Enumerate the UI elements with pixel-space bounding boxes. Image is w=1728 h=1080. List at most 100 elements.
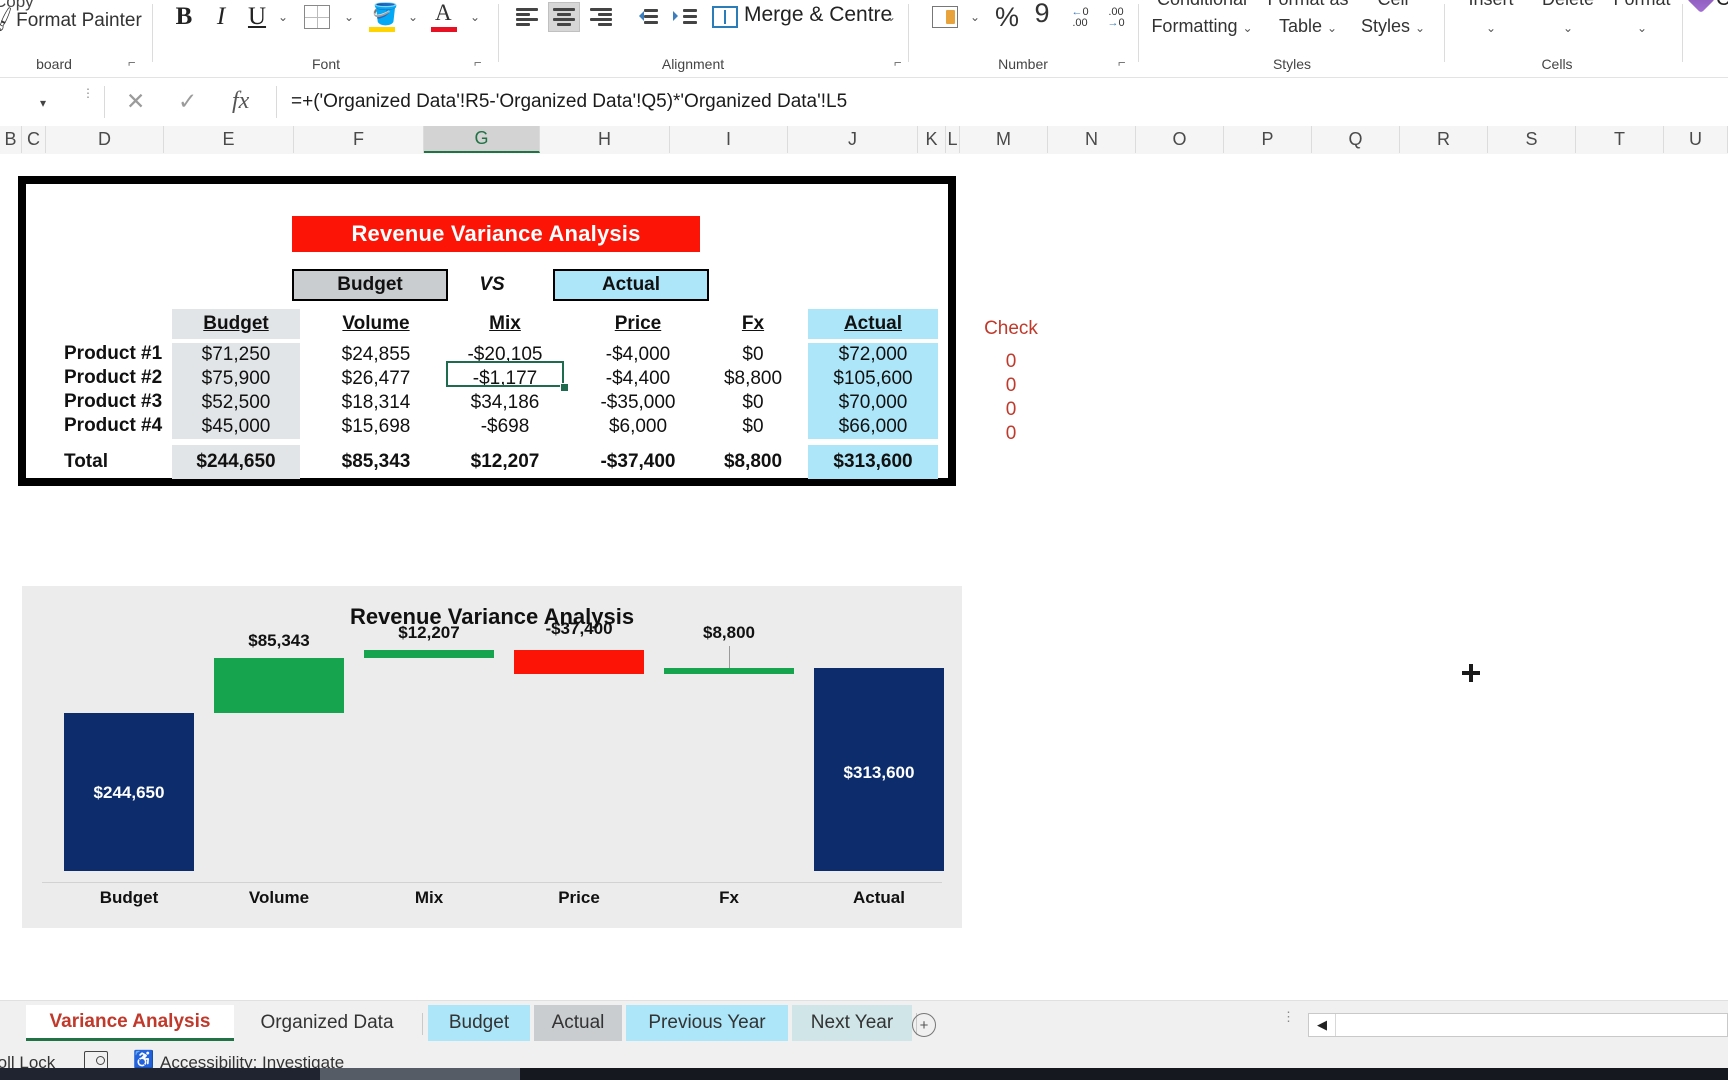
format-as-table-button[interactable]: Format as Table ⌄ bbox=[1264, 0, 1352, 42]
cell-price-p1[interactable]: -$4,000 bbox=[576, 343, 700, 367]
column-header-R[interactable]: R bbox=[1400, 126, 1488, 153]
cell-mix-p4[interactable]: -$698 bbox=[446, 415, 564, 439]
insert-function-icon[interactable]: fx bbox=[232, 88, 249, 115]
accounting-format-button[interactable] bbox=[930, 4, 960, 30]
merge-centre-button[interactable] bbox=[710, 3, 740, 31]
clear-label[interactable]: Clear bbox=[1716, 0, 1728, 11]
align-right-button[interactable] bbox=[586, 4, 616, 30]
underline-chevron-down-icon[interactable]: ⌄ bbox=[274, 8, 292, 26]
cell-budget-p4[interactable]: $45,000 bbox=[172, 415, 300, 439]
conditional-formatting-button[interactable]: Conditional Formatting ⌄ bbox=[1146, 0, 1258, 42]
cell-budget-p2[interactable]: $75,900 bbox=[172, 367, 300, 391]
column-header-K[interactable]: K bbox=[918, 126, 946, 153]
column-header-E[interactable]: E bbox=[164, 126, 294, 153]
cell-actual-p1[interactable]: $72,000 bbox=[808, 343, 938, 367]
fill-color-chevron-down-icon[interactable]: ⌄ bbox=[404, 8, 422, 26]
format-button[interactable]: Format ⌄ bbox=[1606, 0, 1678, 42]
bold-button[interactable]: B bbox=[171, 2, 197, 32]
name-box-chevron-down-icon[interactable]: ▾ bbox=[40, 96, 46, 110]
chart-bar-volume[interactable] bbox=[214, 658, 344, 713]
underline-button[interactable]: U bbox=[244, 2, 270, 32]
column-header-H[interactable]: H bbox=[540, 126, 670, 153]
increase-decimal-button[interactable]: ←0.00 bbox=[1064, 4, 1096, 32]
scroll-left-arrow-icon[interactable]: ◀ bbox=[1309, 1014, 1336, 1036]
sheet-tab-variance-analysis[interactable]: Variance Analysis bbox=[26, 1005, 234, 1041]
column-header-B[interactable]: B bbox=[0, 126, 22, 153]
column-header-O[interactable]: O bbox=[1136, 126, 1224, 153]
cell-fx-p2[interactable]: $8,800 bbox=[708, 367, 798, 391]
column-header-F[interactable]: F bbox=[294, 126, 424, 153]
font-color-chevron-down-icon[interactable]: ⌄ bbox=[466, 8, 484, 26]
italic-button[interactable]: I bbox=[208, 2, 234, 32]
percent-style-button[interactable]: % bbox=[992, 0, 1022, 34]
cell-actual-p2[interactable]: $105,600 bbox=[808, 367, 938, 391]
table-total-row[interactable]: Total $244,650 $85,343 $12,207 -$37,400 … bbox=[26, 445, 948, 479]
cell-mix-total[interactable]: $12,207 bbox=[446, 445, 564, 479]
comma-style-button[interactable]: 9 bbox=[1030, 0, 1054, 30]
sheet-tab-budget[interactable]: Budget bbox=[428, 1005, 530, 1041]
chart-bar-price[interactable] bbox=[514, 650, 644, 674]
cell-mix-p3[interactable]: $34,186 bbox=[446, 391, 564, 415]
decrease-decimal-button[interactable]: .00 →0 bbox=[1100, 4, 1132, 32]
cell-fx-p3[interactable]: $0 bbox=[708, 391, 798, 415]
chart-bar-fx[interactable] bbox=[664, 668, 794, 674]
sheet-tab-previous-year[interactable]: Previous Year bbox=[626, 1005, 788, 1041]
cell-volume-p4[interactable]: $15,698 bbox=[314, 415, 438, 439]
cell-volume-total[interactable]: $85,343 bbox=[314, 445, 438, 479]
cell-volume-p1[interactable]: $24,855 bbox=[314, 343, 438, 367]
active-cell-selection[interactable] bbox=[446, 361, 564, 387]
increase-indent-button[interactable] bbox=[671, 4, 701, 30]
column-header-U[interactable]: U bbox=[1664, 126, 1728, 153]
clipboard-dialog-launcher-icon[interactable]: ⌐ bbox=[128, 55, 136, 70]
align-center-button[interactable] bbox=[548, 2, 580, 32]
column-header-D[interactable]: D bbox=[46, 126, 164, 153]
borders-button[interactable] bbox=[301, 2, 333, 32]
table-row[interactable]: Product #4 $45,000 $15,698 -$698 $6,000 … bbox=[26, 415, 948, 439]
merge-centre-label[interactable]: Merge & Centre bbox=[744, 3, 892, 27]
formula-bar-grip-icon[interactable]: ⋮ bbox=[82, 87, 94, 99]
column-header-P[interactable]: P bbox=[1224, 126, 1312, 153]
column-header-T[interactable]: T bbox=[1576, 126, 1664, 153]
cell-budget-total[interactable]: $244,650 bbox=[172, 445, 300, 479]
font-color-button[interactable]: A bbox=[428, 0, 460, 34]
cell-styles-button[interactable]: Cell Styles ⌄ bbox=[1352, 0, 1434, 42]
alignment-dialog-launcher-icon[interactable]: ⌐ bbox=[894, 55, 902, 70]
horizontal-scrollbar[interactable]: ◀ bbox=[1308, 1013, 1728, 1037]
column-header-Q[interactable]: Q bbox=[1312, 126, 1400, 153]
column-header-N[interactable]: N bbox=[1048, 126, 1136, 153]
table-row[interactable]: Product #3 $52,500 $18,314 $34,186 -$35,… bbox=[26, 391, 948, 415]
formula-input[interactable]: =+('Organized Data'!R5-'Organized Data'!… bbox=[285, 86, 1675, 118]
fill-color-button[interactable]: 🪣 bbox=[366, 2, 398, 34]
sheet-tab-organized-data[interactable]: Organized Data bbox=[234, 1005, 420, 1041]
cell-fx-p1[interactable]: $0 bbox=[708, 343, 798, 367]
column-header-S[interactable]: S bbox=[1488, 126, 1576, 153]
cell-actual-total[interactable]: $313,600 bbox=[808, 445, 938, 479]
cell-budget-p3[interactable]: $52,500 bbox=[172, 391, 300, 415]
cell-price-p3[interactable]: -$35,000 bbox=[576, 391, 700, 415]
chart-bar-mix[interactable] bbox=[364, 650, 494, 658]
enter-formula-icon[interactable]: ✓ bbox=[178, 88, 197, 115]
font-dialog-launcher-icon[interactable]: ⌐ bbox=[474, 55, 482, 70]
number-dialog-launcher-icon[interactable]: ⌐ bbox=[1118, 55, 1126, 70]
column-header-I[interactable]: I bbox=[670, 126, 788, 153]
column-header-J[interactable]: J bbox=[788, 126, 918, 153]
column-header-M[interactable]: M bbox=[960, 126, 1048, 153]
cell-price-p4[interactable]: $6,000 bbox=[576, 415, 700, 439]
worksheet-grid[interactable]: Revenue Variance Analysis Budget VS Actu… bbox=[0, 154, 1728, 1000]
accounting-chevron-down-icon[interactable]: ⌄ bbox=[966, 8, 984, 26]
cell-actual-p3[interactable]: $70,000 bbox=[808, 391, 938, 415]
clear-button[interactable] bbox=[1686, 0, 1716, 14]
tab-overflow-grip-icon[interactable]: ⋮ bbox=[1282, 1010, 1295, 1023]
fill-handle[interactable] bbox=[560, 383, 569, 392]
sheet-tab-actual[interactable]: Actual bbox=[534, 1005, 622, 1041]
cell-price-total[interactable]: -$37,400 bbox=[576, 445, 700, 479]
borders-chevron-down-icon[interactable]: ⌄ bbox=[340, 8, 358, 26]
cancel-formula-icon[interactable]: ✕ bbox=[126, 88, 145, 115]
column-header-G[interactable]: G bbox=[424, 126, 540, 153]
delete-button[interactable]: Delete ⌄ bbox=[1532, 0, 1604, 42]
cell-fx-p4[interactable]: $0 bbox=[708, 415, 798, 439]
cell-price-p2[interactable]: -$4,400 bbox=[576, 367, 700, 391]
sheet-tab-next-year[interactable]: Next Year bbox=[792, 1005, 912, 1041]
cell-fx-total[interactable]: $8,800 bbox=[708, 445, 798, 479]
merge-chevron-down-icon[interactable]: ⌄ bbox=[882, 8, 900, 26]
